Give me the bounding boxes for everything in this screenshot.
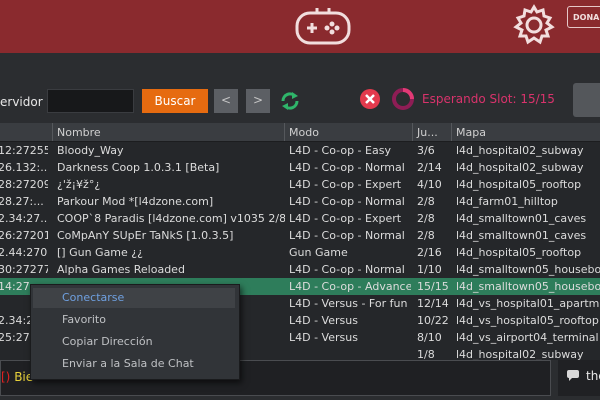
cell-mode: L4D - Co-op - Expert xyxy=(289,212,402,225)
cell-address: 28:27209 xyxy=(0,178,48,191)
column-separator xyxy=(412,123,413,141)
cell-name: Darkness Coop 1.0.3.1 [Beta] xyxy=(57,161,220,174)
cell-address: 28.27:... xyxy=(0,195,44,208)
table-row[interactable]: 28.27:... Parkour Mod *[l4dzone.com] L4D -… xyxy=(0,193,600,210)
table-header: Nombre Modo Ju... Mapa xyxy=(0,123,600,142)
column-separator xyxy=(284,123,285,141)
table-row[interactable]: 28:27209 ¿'ž¡¥ž°¿ L4D - Co-op - Expert 4/10… xyxy=(0,176,600,193)
cell-map: l4d_vs_hospital01_apartment xyxy=(456,297,600,310)
gamepad-icon[interactable] xyxy=(293,4,353,48)
cell-name: COOP`8 Paradis [l4dzone.com] v1035 2/8 xyxy=(57,212,285,225)
cell-map: l4d_vs_airport04_terminal xyxy=(456,331,599,344)
cell-address: 26.132:... xyxy=(0,161,48,174)
cell-map: l4d_smalltown01_caves xyxy=(456,212,587,225)
cell-map: l4d_hospital02_subway xyxy=(456,348,584,360)
cell-map: l4d_hospital02_subway xyxy=(456,144,584,157)
cell-address: 2.44:27015 xyxy=(0,246,48,259)
cell-mode: L4D - Versus xyxy=(289,314,358,327)
menu-item-send-to-chat[interactable]: Enviar a la Sala de Chat xyxy=(62,357,194,370)
menu-item-connect[interactable]: Conectarse xyxy=(62,291,124,304)
cell-mode: L4D - Co-op - Normal xyxy=(289,229,405,242)
cell-mode: L4D - Co-op - Normal xyxy=(289,161,405,174)
cell-name: Alpha Games Reloaded xyxy=(57,263,185,276)
table-row[interactable]: 2.44:27015 [] Gun Game ¿¿ Gun Game 2/16 l4d_… xyxy=(0,244,600,261)
search-button[interactable]: Buscar xyxy=(142,89,208,113)
cell-map: l4d_vs_hospital05_rooftop xyxy=(456,314,599,327)
cell-mode: L4D - Co-op - Advanced xyxy=(289,280,411,293)
menu-item-favorite[interactable]: Favorito xyxy=(62,313,106,326)
cell-map: l4d_smalltown01_caves xyxy=(456,229,587,242)
refresh-icon[interactable] xyxy=(278,88,302,114)
cell-players: 1/10 xyxy=(417,263,442,276)
table-row[interactable]: 26.132:... Darkness Coop 1.0.3.1 [Beta] L4… xyxy=(0,159,600,176)
chat-side-label: the xyxy=(586,369,600,383)
table-row[interactable]: 2.34:27... COOP`8 Paradis [l4dzone.com] v… xyxy=(0,210,600,227)
cell-players: 3/6 xyxy=(417,144,435,157)
cell-mode: L4D - Co-op - Normal xyxy=(289,195,405,208)
server-label: ervidor xyxy=(0,95,43,109)
chat-side-panel[interactable]: the xyxy=(558,360,600,396)
cell-players: 2/8 xyxy=(417,212,435,225)
cell-players: 12/14 xyxy=(417,297,449,310)
cell-players: 1/8 xyxy=(417,348,435,360)
column-header-mode[interactable]: Modo xyxy=(289,126,319,139)
next-button[interactable]: > xyxy=(246,89,270,113)
cell-players: 8/10 xyxy=(417,331,442,344)
cell-players: 15/15 xyxy=(417,280,449,293)
chat-prefix: [) xyxy=(1,370,11,384)
cell-mode: L4D - Co-op - Expert xyxy=(289,178,402,191)
cell-mode: L4D - Co-op - Easy xyxy=(289,144,391,157)
cell-players: 2/14 xyxy=(417,161,442,174)
column-header-name[interactable]: Nombre xyxy=(57,126,101,139)
cell-mode: L4D - Versus - For fun xyxy=(289,297,408,310)
cell-players: 4/10 xyxy=(417,178,442,191)
cell-name: Parkour Mod *[l4dzone.com] xyxy=(57,195,214,208)
table-row[interactable]: 26:27201 CoMpAnY SUpEr TaNkS [1.0.3.5] L4D… xyxy=(0,227,600,244)
server-search-input[interactable] xyxy=(47,89,134,113)
cell-name: ¿'ž¡¥ž°¿ xyxy=(57,178,101,191)
cell-map: l4d_smalltown05_houseboat xyxy=(456,263,600,276)
cancel-icon[interactable] xyxy=(359,88,381,110)
cell-address: 12:27255 xyxy=(0,144,48,157)
toolbar-action-button[interactable] xyxy=(573,83,600,117)
cell-map: l4d_farm01_hilltop xyxy=(456,195,558,208)
cell-address: 30:27277 xyxy=(0,263,48,276)
cell-players: 2/8 xyxy=(417,195,435,208)
waiting-status: Esperando Slot: 15/15 xyxy=(422,92,555,106)
cell-name: Bloody_Way xyxy=(57,144,124,157)
column-header-players[interactable]: Ju... xyxy=(417,126,438,139)
cell-mode: L4D - Versus xyxy=(289,331,358,344)
table-row[interactable]: 30:27277 Alpha Games Reloaded L4D - Co-op … xyxy=(0,261,600,278)
context-menu: Conectarse Favorito Copiar Dirección Env… xyxy=(30,284,240,380)
cell-players: 10/22 xyxy=(417,314,449,327)
cell-name: [] Gun Game ¿¿ xyxy=(57,246,143,259)
cell-map: l4d_hospital02_subway xyxy=(456,161,584,174)
cell-mode: L4D - Co-op - Normal xyxy=(289,263,405,276)
cell-map: l4d_hospital05_rooftop xyxy=(456,246,582,259)
cell-address: 26:27201 xyxy=(0,229,48,242)
cell-address: 2.34:27... xyxy=(0,212,48,225)
chat-message: [) Bie xyxy=(1,370,33,384)
column-separator xyxy=(52,123,53,141)
cell-players: 2/16 xyxy=(417,246,442,259)
donate-button[interactable]: DONA xyxy=(567,6,600,28)
menu-item-copy-address[interactable]: Copiar Dirección xyxy=(62,335,153,348)
table-row[interactable]: 12:27255 Bloody_Way L4D - Co-op - Easy 3/6 l… xyxy=(0,142,600,159)
cell-map: l4d_hospital05_rooftop xyxy=(456,178,582,191)
cell-name: CoMpAnY SUpEr TaNkS [1.0.3.5] xyxy=(57,229,234,242)
chat-bubble-icon xyxy=(567,370,579,381)
previous-button[interactable]: < xyxy=(214,89,238,113)
column-header-map[interactable]: Mapa xyxy=(456,126,486,139)
top-bar: DONA xyxy=(0,0,600,53)
cell-mode: Gun Game xyxy=(289,246,348,259)
cell-players: 2/8 xyxy=(417,229,435,242)
loading-spinner-icon xyxy=(392,88,414,110)
column-separator xyxy=(451,123,452,141)
cell-map: l4d_smalltown05_houseboat xyxy=(456,280,600,293)
gear-icon[interactable] xyxy=(512,3,556,47)
